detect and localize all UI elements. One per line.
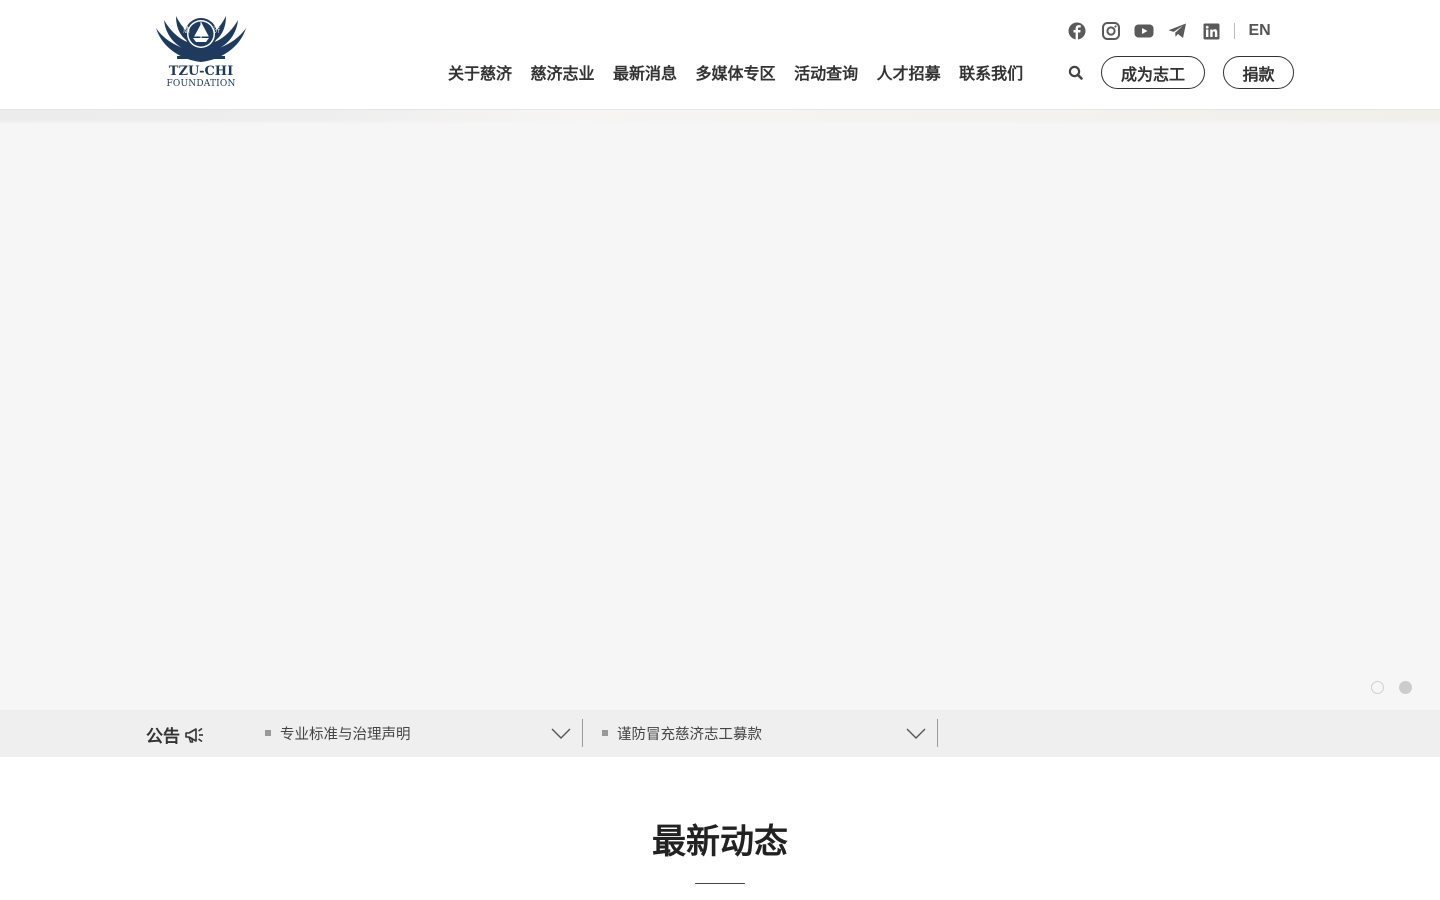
social-divider (1233, 23, 1235, 39)
nav-item-about[interactable]: 关于慈济 (448, 60, 512, 84)
slider-pagination (1371, 681, 1427, 694)
hero-slider (0, 110, 1440, 710)
svg-text:慈: 慈 (183, 25, 190, 34)
main-nav: 关于慈济 慈济志业 最新消息 多媒体专区 活动查询 人才招募 联系我们 (448, 60, 1023, 84)
site-header: 慈 济 TZU-CHI FOUNDATION EN 关于慈济 慈济志业 最新消息… (0, 0, 1440, 110)
announcement-divider (582, 719, 583, 747)
slider-dot-2[interactable] (1399, 681, 1412, 694)
hero-image-strip (0, 110, 1440, 124)
logo-subtitle: FOUNDATION (166, 79, 236, 89)
svg-text:济: 济 (213, 25, 220, 34)
nav-item-news[interactable]: 最新消息 (613, 60, 677, 84)
linkedin-icon[interactable] (1200, 20, 1222, 42)
announcement-label-text: 公告 (146, 727, 180, 747)
facebook-icon[interactable] (1066, 20, 1088, 42)
announcement-item-text: 谨防冒充慈济志工募款 (617, 727, 762, 743)
tzu-chi-logo[interactable]: 慈 济 TZU-CHI FOUNDATION (152, 14, 250, 94)
lotus-emblem-icon: 慈 济 (156, 16, 246, 62)
language-switch-en[interactable]: EN (1249, 22, 1271, 40)
slider-dot-1[interactable] (1371, 681, 1384, 694)
announcement-item-standards[interactable]: 专业标准与治理声明 (265, 710, 571, 757)
instagram-icon[interactable] (1100, 20, 1122, 42)
section-title-underline (695, 883, 745, 884)
telegram-icon[interactable] (1167, 20, 1189, 42)
become-volunteer-button[interactable]: 成为志工 (1101, 56, 1205, 89)
nav-item-missions[interactable]: 慈济志业 (531, 60, 595, 84)
nav-item-events[interactable]: 活动查询 (794, 60, 858, 84)
nav-item-multimedia[interactable]: 多媒体专区 (696, 60, 776, 84)
announcement-bar: 公告 专业标准与治理声明 谨防冒充慈济志工募款 (0, 710, 1440, 757)
social-links: EN (1066, 20, 1271, 42)
announcement-divider (937, 719, 938, 747)
chevron-down-icon[interactable] (906, 725, 926, 741)
megaphone-icon (185, 727, 203, 743)
announcement-item-fraud-warning[interactable]: 谨防冒充慈济志工募款 (602, 710, 926, 757)
search-icon[interactable] (1067, 64, 1085, 82)
chevron-down-icon[interactable] (551, 725, 571, 741)
logo-title: TZU-CHI (168, 64, 234, 79)
announcement-label: 公告 (146, 722, 206, 747)
nav-item-contact[interactable]: 联系我们 (959, 60, 1023, 84)
donate-button[interactable]: 捐款 (1223, 56, 1294, 89)
nav-item-careers[interactable]: 人才招募 (877, 60, 941, 84)
youtube-icon[interactable] (1133, 20, 1155, 42)
section-title-latest-news: 最新动态 (652, 822, 788, 862)
bullet-icon (602, 729, 608, 736)
bullet-icon (265, 729, 271, 736)
announcement-item-text: 专业标准与治理声明 (280, 727, 411, 743)
